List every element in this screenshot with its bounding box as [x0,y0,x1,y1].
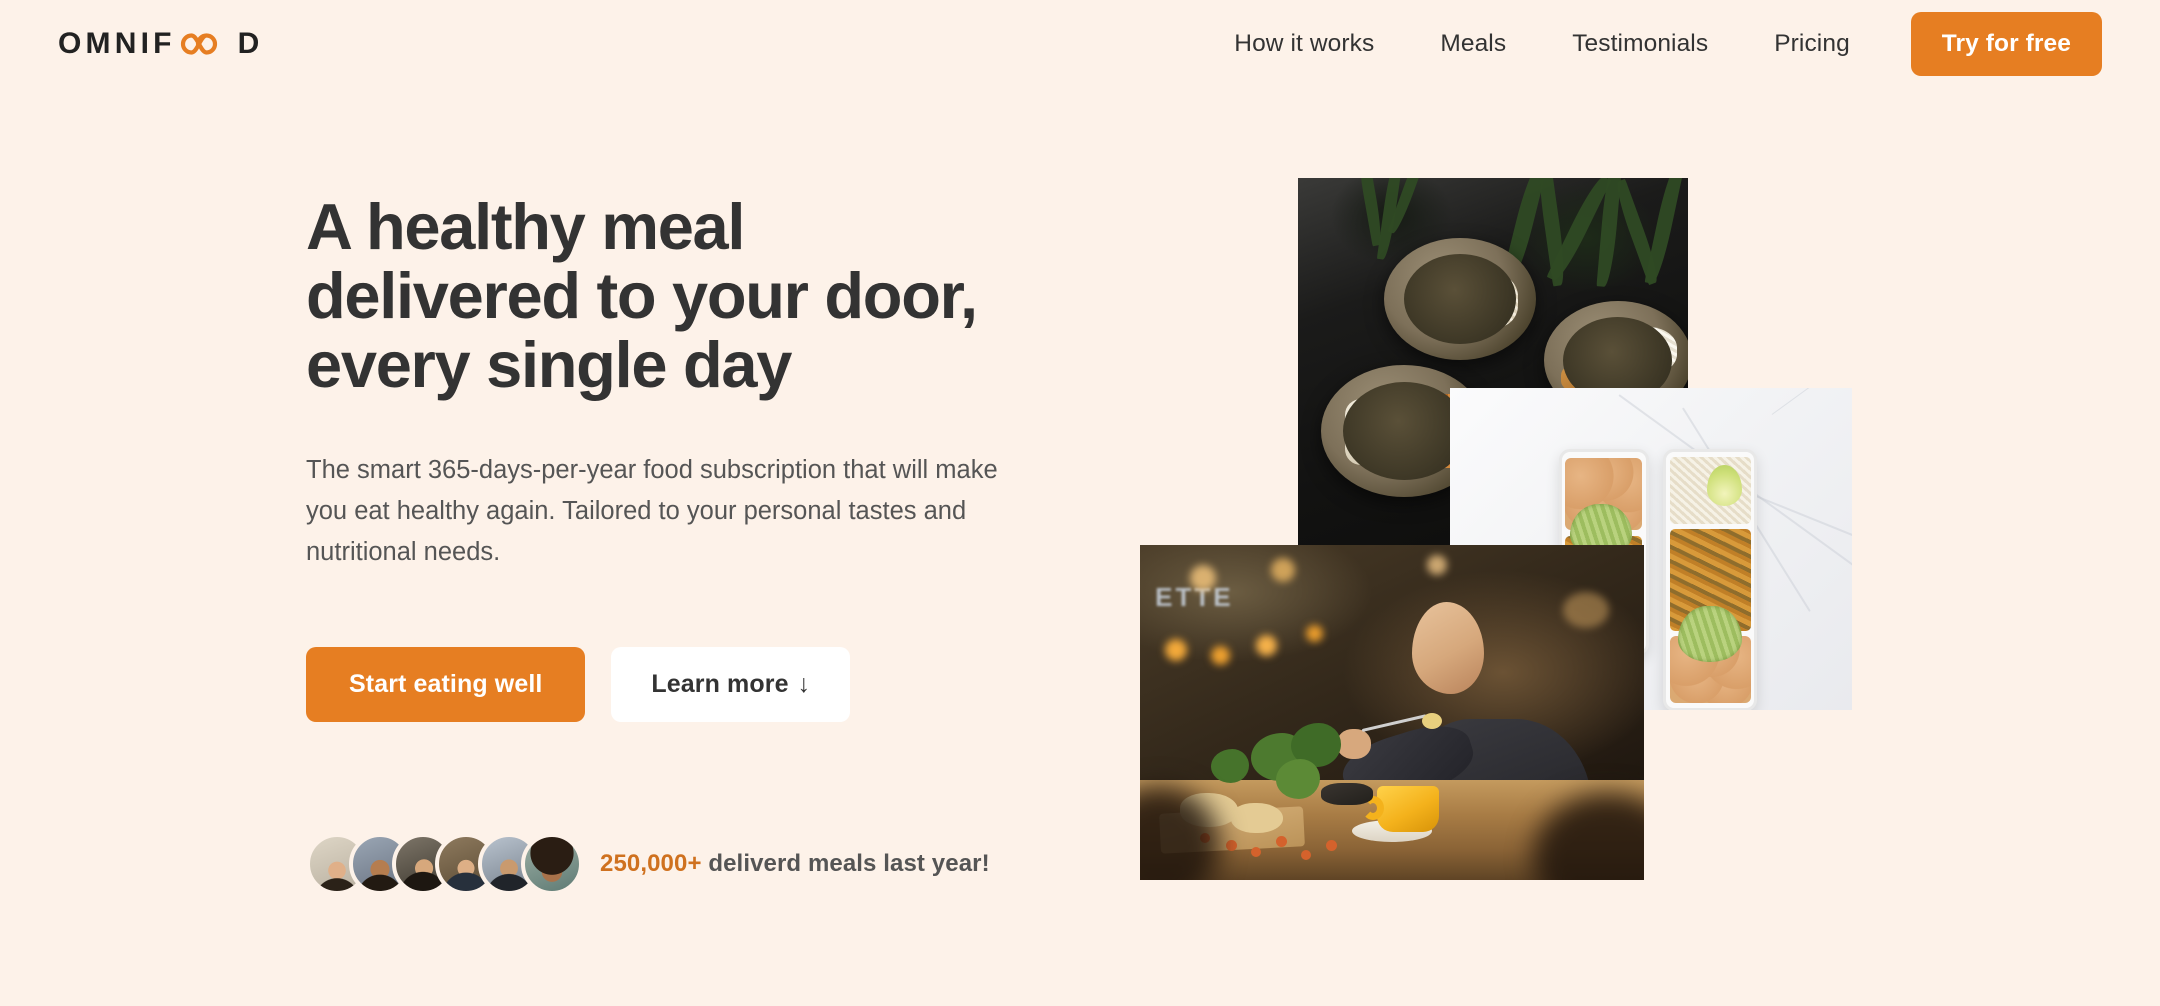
learn-more-button[interactable]: Learn more ↓ [611,646,851,722]
hero-title-line-3: every single day [306,327,792,401]
hero-title-line-2: delivered to your door, [306,258,978,332]
hero-description: The smart 365-days-per-year food subscri… [306,455,998,567]
delivered-meals-text: 250,000+ deliverd meals last year! [600,850,990,878]
avatar [521,832,583,895]
hero-image-woman-eating: ETTE [1140,545,1644,880]
delivered-meals-count: 250,000+ [600,849,702,877]
hero-section: A healthy meal delivered to your door, e… [0,0,2160,1006]
hero-title-line-1: A healthy meal [306,190,745,263]
arrow-down-icon: ↓ [797,669,811,698]
hero-page: OMNIF D How it works Meals Testimonials … [0,0,2160,1006]
start-eating-well-button[interactable]: Start eating well [306,646,586,722]
page-title: A healthy meal delivered to your door, e… [306,190,1066,401]
delivered-meals-label: deliverd meals last year! [701,849,990,877]
hero-cta-group: Start eating well Learn more ↓ [306,646,1066,722]
delivered-meals-stat: 250,000+ deliverd meals last year! [306,832,1066,895]
hero-text-block: A healthy meal delivered to your door, e… [306,190,1066,895]
customer-avatar-group [306,832,583,895]
learn-more-label: Learn more [651,669,789,698]
